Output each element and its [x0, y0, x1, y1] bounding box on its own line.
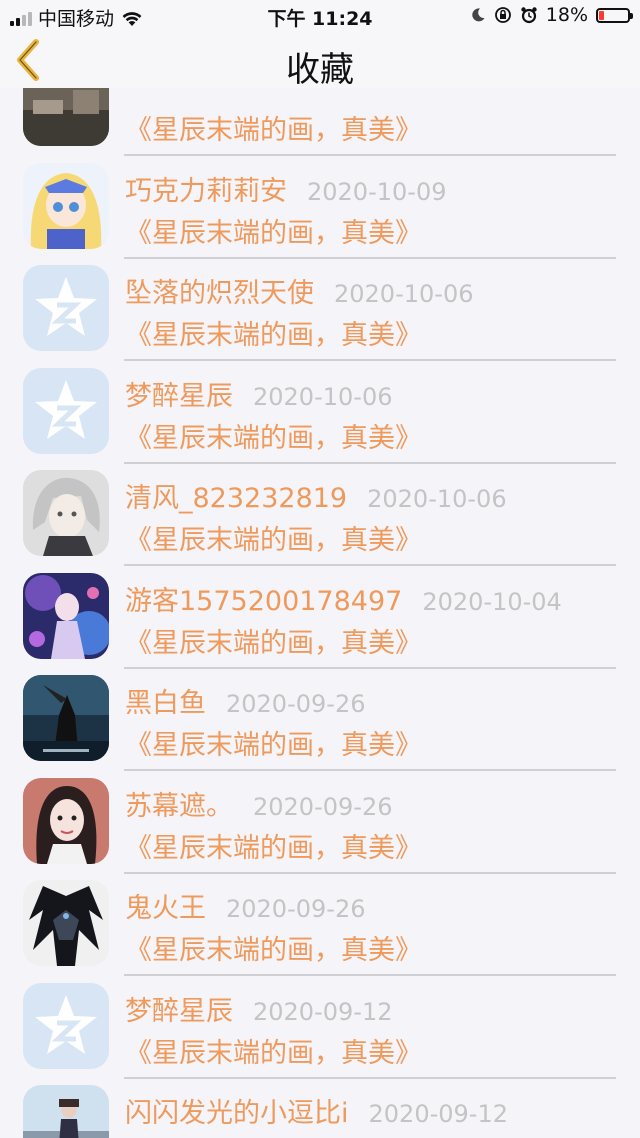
- post-date: 2020-10-06: [367, 485, 507, 513]
- user-name[interactable]: 黑白鱼: [125, 681, 206, 720]
- post-date: 2020-09-26: [226, 895, 366, 923]
- list-item[interactable]: 黑白鱼 2020-09-26 《星辰末端的画，真美》: [0, 645, 640, 771]
- favorites-list[interactable]: 《星辰末端的画，真美》 巧克力莉莉安 2020-10-09 《星辰末端的画，真美》 坠落…: [0, 30, 640, 1138]
- list-item[interactable]: 鬼火王 2020-09-26 《星辰末端的画，真美》: [0, 850, 640, 976]
- post-date: 2020-09-12: [253, 997, 393, 1026]
- user-name[interactable]: 游客1575200178497: [125, 579, 402, 618]
- list-item[interactable]: 苏幕遮。 2020-09-26 《星辰末端的画，真美》: [0, 748, 640, 874]
- user-name[interactable]: 鬼火王: [125, 886, 206, 925]
- post-date: 2020-09-26: [253, 792, 393, 821]
- list-item[interactable]: 坠落的炽烈天使 2020-10-06 《星辰末端的画，真美》: [0, 235, 640, 361]
- page-title: 收藏: [286, 50, 354, 90]
- user-name[interactable]: 清风_823232819: [125, 476, 347, 515]
- list-item[interactable]: 梦醉星辰 2020-09-12 《星辰末端的画，真美》: [0, 953, 640, 1079]
- avatar[interactable]: [23, 1085, 109, 1138]
- post-date: 2020-10-09: [307, 177, 447, 206]
- user-name[interactable]: 坠落的炽烈天使: [125, 271, 314, 310]
- battery-icon: [596, 7, 633, 23]
- post-date: 2020-09-12: [368, 1100, 508, 1128]
- list-item[interactable]: 闪闪发光的小逗比i 2020-09-12 《星辰末端的画，真美》: [0, 1055, 640, 1138]
- moon-icon: [472, 8, 485, 22]
- battery-percent: 18%: [545, 4, 588, 26]
- user-name[interactable]: 梦醉星辰: [125, 989, 233, 1028]
- user-name[interactable]: 闪闪发光的小逗比i: [125, 1091, 349, 1130]
- post-date: 2020-10-06: [334, 280, 474, 308]
- list-item[interactable]: 清风_823232819 2020-10-06 《星辰末端的画，真美》: [0, 440, 640, 566]
- favorites-screen: 《星辰末端的画，真美》 巧克力莉莉安 2020-10-09 《星辰末端的画，真美》 坠落…: [0, 0, 640, 1138]
- post-date: 2020-10-06: [253, 382, 393, 411]
- list-item[interactable]: 梦醉星辰 2020-10-06 《星辰末端的画，真美》: [0, 338, 640, 464]
- post-date: 2020-09-26: [226, 690, 366, 718]
- user-name[interactable]: 巧克力莉莉安: [125, 169, 287, 208]
- list-item[interactable]: 巧克力莉莉安 2020-10-09 《星辰末端的画，真美》: [0, 133, 640, 259]
- orientation-lock-icon: [494, 7, 511, 23]
- nav-bar: 收藏: [0, 32, 640, 90]
- status-bar: 中国移动 下午 11:24 18%: [0, 0, 640, 32]
- post-date: 2020-10-04: [422, 587, 562, 616]
- comment-text[interactable]: 《星辰末端的画，真美》: [125, 1133, 422, 1138]
- user-name[interactable]: 苏幕遮。: [125, 784, 233, 823]
- user-name[interactable]: 梦醉星辰: [125, 374, 233, 413]
- list-item[interactable]: 游客1575200178497 2020-10-04 《星辰末端的画，真美》: [0, 543, 640, 669]
- alarm-icon: [521, 7, 537, 24]
